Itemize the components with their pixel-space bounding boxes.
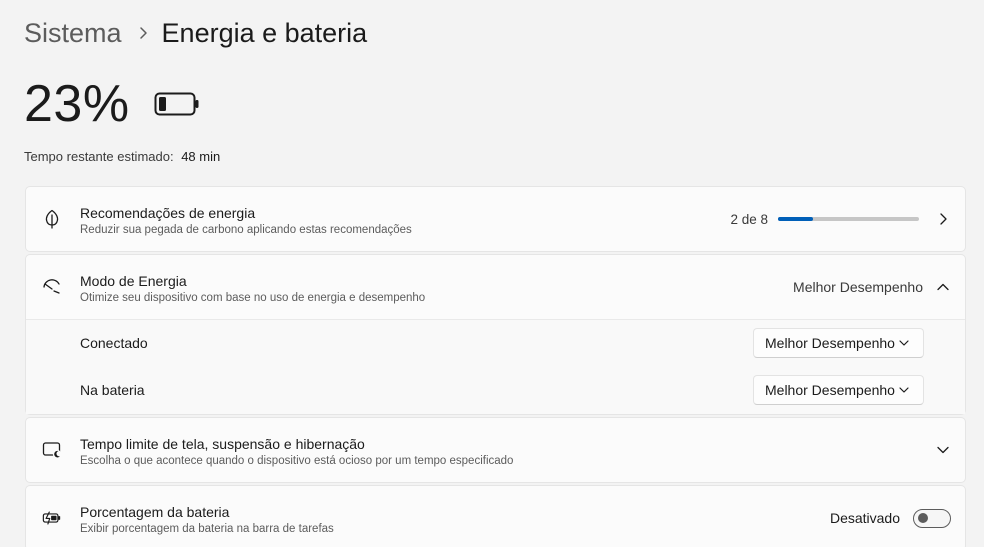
- power-mode-plugged-row: Conectado Melhor Desempenho: [26, 320, 965, 367]
- battery-percentage-card: Porcentagem da bateria Exibir porcentage…: [25, 485, 966, 547]
- time-remaining-label: Tempo restante estimado:: [24, 149, 174, 164]
- on-battery-label: Na bateria: [80, 382, 145, 398]
- time-remaining-value: 48 min: [181, 149, 221, 164]
- battery-percentage-toggle[interactable]: [913, 508, 951, 528]
- battery-percent: 23%: [24, 75, 130, 133]
- chevron-down-icon: [898, 386, 910, 394]
- power-mode-card: Modo de Energia Otimize seu dispositivo …: [25, 254, 966, 415]
- battery-percentage-title: Porcentagem da bateria: [80, 504, 230, 520]
- settings-page: Sistema Energia e bateria 23% Tempo rest…: [0, 0, 984, 547]
- recommendations-progress-bar: [778, 217, 919, 221]
- toggle-knob: [918, 513, 928, 523]
- battery-icon: [154, 91, 200, 117]
- time-remaining: Tempo restante estimado: 48 min: [24, 149, 220, 164]
- power-mode-title: Modo de Energia: [80, 273, 187, 289]
- battery-charging-icon: [42, 508, 62, 528]
- chevron-down-icon: [898, 339, 910, 347]
- power-mode-battery-row: Na bateria Melhor Desempenho: [26, 367, 965, 414]
- power-mode-header[interactable]: Modo de Energia Otimize seu dispositivo …: [26, 255, 965, 319]
- on-battery-mode-value: Melhor Desempenho: [765, 382, 895, 398]
- screen-timeout-subtitle: Escolha o que acontece quando o disposit…: [80, 455, 514, 467]
- on-battery-mode-dropdown[interactable]: Melhor Desempenho: [753, 375, 924, 405]
- recommendations-progress-fill: [778, 217, 814, 221]
- chevron-right-icon[interactable]: [935, 211, 951, 227]
- chevron-up-icon[interactable]: [935, 279, 951, 295]
- power-mode-subtitle: Otimize seu dispositivo com base no uso …: [80, 292, 426, 304]
- plugged-in-mode-dropdown[interactable]: Melhor Desempenho: [753, 328, 924, 358]
- breadcrumb: Sistema Energia e bateria: [24, 14, 367, 52]
- breadcrumb-chevron-icon: [138, 26, 148, 40]
- battery-percentage-toggle-label: Desativado: [829, 510, 900, 526]
- power-mode-gauge-icon: [42, 277, 62, 297]
- leaf-icon: [42, 209, 62, 229]
- energy-recommendations-card[interactable]: Recomendações de energia Reduzir sua peg…: [25, 186, 966, 252]
- recommendations-count: 2 de 8: [730, 211, 768, 227]
- plugged-in-label: Conectado: [80, 335, 148, 351]
- battery-summary: 23%: [24, 72, 200, 136]
- screen-sleep-icon: [42, 440, 62, 460]
- screen-timeout-card[interactable]: Tempo limite de tela, suspensão e hibern…: [25, 417, 966, 483]
- recommendations-title: Recomendações de energia: [80, 205, 256, 221]
- power-mode-value: Melhor Desempenho: [793, 279, 923, 295]
- recommendations-subtitle: Reduzir sua pegada de carbono aplicando …: [80, 224, 412, 236]
- breadcrumb-parent[interactable]: Sistema: [24, 18, 122, 49]
- screen-timeout-title: Tempo limite de tela, suspensão e hibern…: [80, 436, 365, 452]
- chevron-down-icon[interactable]: [935, 442, 951, 458]
- plugged-in-mode-value: Melhor Desempenho: [765, 335, 895, 351]
- page-title: Energia e bateria: [161, 17, 368, 48]
- battery-percentage-subtitle: Exibir porcentagem da bateria na barra d…: [80, 523, 334, 535]
